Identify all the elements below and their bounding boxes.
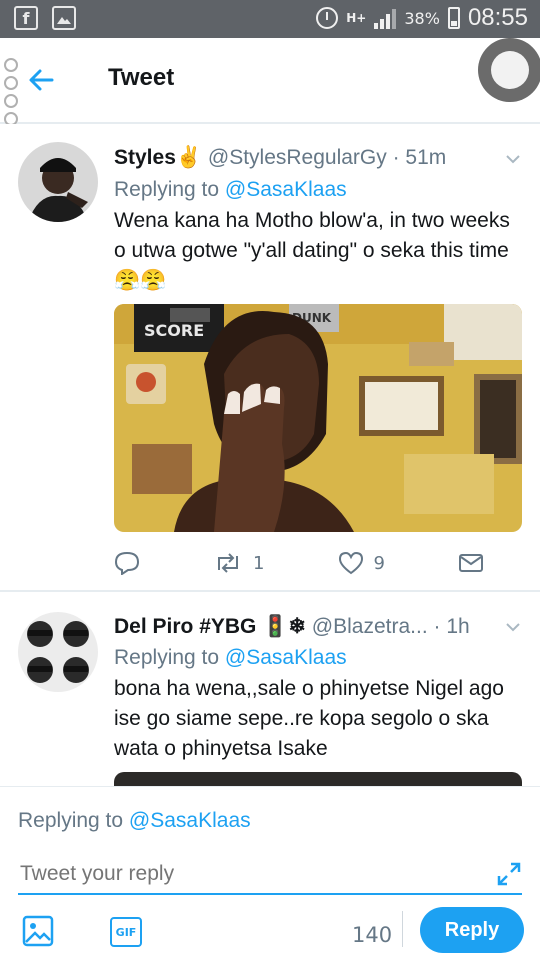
retweet-action[interactable]: 1 — [213, 552, 264, 574]
battery-icon — [447, 7, 460, 29]
network-type: H+ — [346, 11, 367, 25]
reply-icon — [114, 551, 140, 575]
tweet[interactable]: Del Piro #YBG 🚦❄ @Blazetra... · 1h Reply… — [0, 594, 540, 786]
image-sign-text: SCORE — [144, 321, 204, 340]
floating-assistive-button[interactable] — [478, 38, 540, 102]
replying-to: Replying to @SasaKlaas — [114, 646, 347, 670]
overlay-dots — [4, 58, 18, 130]
avatar[interactable] — [18, 612, 98, 692]
gallery-icon — [52, 6, 76, 30]
back-arrow-icon — [29, 69, 54, 91]
reply-composer: Replying to @SasaKlaas GIF 140 Reply — [0, 786, 540, 960]
replying-to: Replying to @SasaKlaas — [18, 809, 251, 833]
facebook-icon: f — [14, 6, 38, 30]
status-bar: f H+ 38% 08:55 — [0, 0, 540, 38]
replying-prefix: Replying to — [114, 178, 225, 201]
tweet-actions: 1 9 — [114, 548, 484, 578]
avatar[interactable] — [18, 142, 98, 222]
share-action[interactable] — [458, 552, 484, 574]
header: Tweet — [0, 38, 540, 126]
divider — [402, 911, 403, 947]
reply-mention-link[interactable]: @SasaKlaas — [225, 178, 347, 201]
reply-input[interactable] — [18, 855, 522, 895]
tweet-time: · 1h — [433, 615, 470, 638]
replying-prefix: Replying to — [18, 809, 129, 832]
tweet-text: Wena kana ha Motho blow'a, in two weeks … — [114, 209, 510, 292]
page-title: Tweet — [108, 64, 175, 91]
reply-mention-link[interactable]: @SasaKlaas — [225, 646, 347, 669]
tweet-image[interactable]: SCORE DUNK — [114, 304, 522, 532]
chevron-down-icon[interactable] — [504, 150, 522, 168]
tweet-text: bona ha wena,,sale o phinyetse Nigel ago… — [114, 677, 504, 760]
reply-action[interactable] — [114, 551, 140, 575]
envelope-icon — [459, 554, 483, 572]
character-count: 140 — [352, 923, 393, 947]
signal-icon — [374, 7, 397, 29]
tweet-time: · 51m — [392, 146, 447, 169]
tweet-image[interactable] — [114, 772, 522, 786]
expand-icon[interactable] — [496, 861, 522, 887]
clock: 08:55 — [467, 4, 528, 31]
display-name[interactable]: Del Piro #YBG 🚦❄ — [114, 615, 306, 638]
like-count: 9 — [373, 552, 385, 574]
heart-icon — [338, 551, 363, 575]
gif-button[interactable]: GIF — [110, 917, 142, 947]
tweet[interactable]: Styles✌ @StylesRegularGy · 51m Replying … — [0, 124, 540, 592]
chevron-down-icon[interactable] — [504, 618, 522, 636]
retweet-icon — [218, 553, 239, 573]
replying-to: Replying to @SasaKlaas — [114, 178, 347, 202]
back-button[interactable] — [24, 62, 60, 98]
like-action[interactable]: 9 — [338, 551, 385, 575]
user-handle[interactable]: @Blazetra... — [312, 615, 428, 638]
user-handle[interactable]: @StylesRegularGy — [208, 146, 387, 169]
battery-percent: 38% — [404, 8, 440, 28]
image-icon[interactable] — [22, 915, 54, 947]
display-name[interactable]: Styles✌ — [114, 146, 202, 169]
reply-mention-link[interactable]: @SasaKlaas — [129, 809, 251, 832]
alarm-icon — [316, 7, 339, 29]
reply-button[interactable]: Reply — [420, 907, 524, 953]
retweet-count: 1 — [253, 552, 265, 574]
replying-prefix: Replying to — [114, 646, 225, 669]
